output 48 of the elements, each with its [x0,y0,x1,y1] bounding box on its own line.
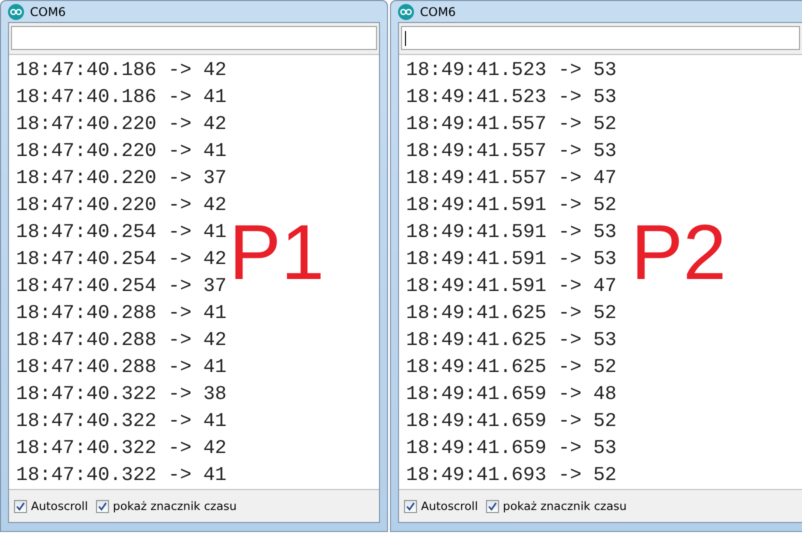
output-line: 18:47:40.254 -> 42 [15,247,227,272]
output-line: 18:47:40.322 -> 41 [15,409,227,434]
option-checkbox[interactable]: pokaż znacznik czasu [486,499,627,513]
window-title: COM6 [420,4,456,18]
output-line: 18:47:40.220 -> 37 [15,166,227,191]
option-checkbox[interactable]: Autoscroll [404,499,478,513]
checkmark-icon [406,502,415,510]
app-icon [8,4,24,20]
output-line: 18:47:40.288 -> 42 [15,328,227,353]
output-line: 18:47:40.186 -> 42 [15,58,227,83]
input-field[interactable] [11,26,377,50]
output-line: 18:49:41.625 -> 52 [405,355,617,380]
output-line: 18:47:40.220 -> 42 [15,193,227,218]
option-checkbox[interactable]: pokaż znacznik czasu [96,499,237,513]
output-line: 18:49:41.591 -> 52 [405,193,617,218]
output-line: 18:47:40.254 -> 41 [15,220,227,245]
checkmark-icon [16,502,25,510]
output-line: 18:47:40.322 -> 42 [15,436,227,461]
output-line: 18:47:40.288 -> 41 [15,355,227,380]
output-line: 18:49:41.625 -> 53 [405,328,617,353]
output-line: 18:47:40.220 -> 41 [15,139,227,164]
output-line: 18:49:41.625 -> 52 [405,301,617,326]
app-icon [398,4,414,20]
output-line: 18:49:41.523 -> 53 [405,85,617,110]
output-line: 18:49:41.693 -> 52 [405,463,617,488]
output-line: 18:47:40.220 -> 42 [15,112,227,137]
output-line: 18:49:41.557 -> 52 [405,112,617,137]
option-checkbox[interactable]: Autoscroll [14,499,88,513]
input-field[interactable] [401,26,800,50]
window-title: COM6 [30,4,66,18]
output-line: 18:47:40.254 -> 37 [15,274,227,299]
output-line: 18:49:41.591 -> 53 [405,220,617,245]
annotation-label: P1 [229,213,324,291]
output-line: 18:49:41.523 -> 53 [405,58,617,83]
output-line: 18:49:41.557 -> 53 [405,139,617,164]
output-line: 18:47:40.288 -> 41 [15,301,227,326]
output-line: 18:49:41.557 -> 47 [405,166,617,191]
output-line: 18:47:40.186 -> 41 [15,85,227,110]
output-line: 18:47:40.322 -> 41 [15,463,227,488]
checkmark-icon [98,502,107,510]
checkmark-icon [488,502,497,510]
output-line: 18:49:41.659 -> 48 [405,382,617,407]
output-line: 18:47:40.322 -> 38 [15,382,227,407]
annotation-label: P2 [631,213,726,291]
output-line: 18:49:41.659 -> 53 [405,436,617,461]
output-line: 18:49:41.591 -> 53 [405,247,617,272]
output-line: 18:49:41.591 -> 47 [405,274,617,299]
output-line: 18:49:41.659 -> 52 [405,409,617,434]
